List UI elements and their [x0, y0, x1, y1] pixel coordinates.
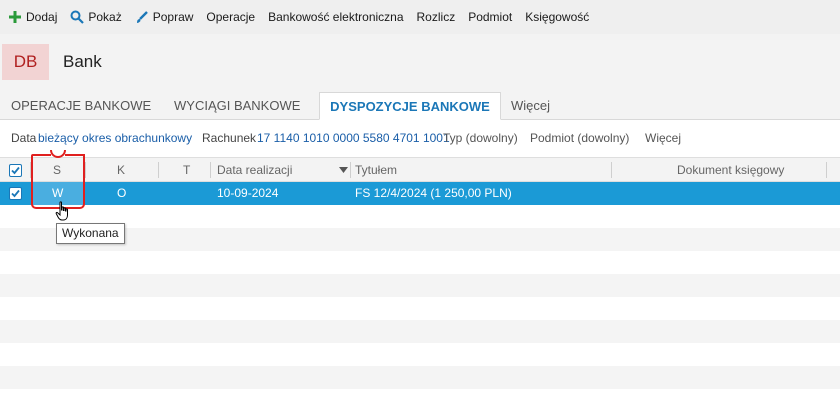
sort-descending-icon[interactable]	[339, 167, 348, 173]
module-title: Bank	[63, 52, 102, 71]
grid-header: S K T Data realizacji Tytułem Dokument k…	[0, 157, 840, 182]
edit-button[interactable]: Popraw	[135, 0, 194, 34]
account-filter-value[interactable]: 17 1140 1010 0000 5580 4701 1001	[257, 131, 450, 145]
type-filter[interactable]: Typ (dowolny)	[443, 131, 518, 145]
column-header-status[interactable]: S	[53, 158, 61, 182]
empty-row	[0, 343, 840, 366]
empty-row	[0, 251, 840, 274]
date-filter-label: Data	[11, 131, 37, 145]
brush-icon	[136, 11, 148, 23]
add-label: Dodaj	[26, 10, 58, 24]
accounting-label: Księgowość	[525, 10, 590, 24]
empty-row	[0, 366, 840, 389]
more-filters[interactable]: Więcej	[645, 131, 681, 145]
column-header-t[interactable]: T	[183, 158, 190, 182]
column-separator	[158, 162, 159, 178]
status-tooltip: Wykonana	[56, 223, 125, 244]
column-separator	[30, 162, 31, 178]
select-all-checkbox[interactable]	[9, 164, 22, 177]
empty-row	[0, 228, 840, 251]
show-button[interactable]: Pokaż	[70, 0, 122, 34]
show-label: Pokaż	[88, 10, 122, 24]
tab-bank-orders[interactable]: DYSPOZYCJE BANKOWE	[319, 92, 501, 120]
k-cell[interactable]: O	[117, 182, 126, 205]
table-row[interactable]: W O 10-09-2024 FS 12/4/2024 (1 250,00 PL…	[0, 182, 840, 205]
accounting-menu[interactable]: Księgowość	[525, 0, 589, 34]
row-checkbox[interactable]	[9, 187, 22, 200]
empty-row	[0, 205, 840, 228]
tab-more[interactable]: Więcej	[511, 92, 550, 120]
settle-menu[interactable]: Rozlicz	[417, 0, 456, 34]
column-header-k[interactable]: K	[117, 158, 125, 182]
annotation-highlight-edge	[65, 154, 85, 156]
subject-menu[interactable]: Podmiot	[468, 0, 512, 34]
title-cell[interactable]: FS 12/4/2024 (1 250,00 PLN)	[355, 182, 512, 205]
column-header-document[interactable]: Dokument księgowy	[677, 158, 784, 182]
date-filter-value[interactable]: bieżący okres obrachunkowy	[38, 131, 192, 145]
module-badge: DB	[2, 44, 49, 80]
ebanking-label: Bankowość elektroniczna	[268, 10, 404, 24]
operations-menu[interactable]: Operacje	[206, 0, 255, 34]
settle-label: Rozlicz	[416, 10, 456, 24]
column-separator	[611, 162, 612, 178]
column-separator	[826, 162, 827, 178]
subject-filter[interactable]: Podmiot (dowolny)	[530, 131, 629, 145]
hand-cursor-icon	[55, 201, 68, 221]
checkmark-icon	[11, 189, 20, 198]
add-button[interactable]: Dodaj	[8, 0, 57, 34]
ebanking-menu[interactable]: Bankowość elektroniczna	[268, 0, 403, 34]
search-icon	[70, 10, 85, 24]
plus-icon	[9, 11, 21, 23]
tab-bank-operations[interactable]: OPERACJE BANKOWE	[11, 92, 151, 120]
empty-row	[0, 297, 840, 320]
filter-bar: Data bieżący okres obrachunkowy Rachunek…	[0, 121, 840, 154]
empty-row	[0, 274, 840, 297]
tab-bank-statements[interactable]: WYCIĄGI BANKOWE	[174, 92, 300, 120]
column-separator	[85, 162, 86, 178]
column-separator	[350, 162, 351, 178]
column-header-title[interactable]: Tytułem	[355, 158, 397, 182]
checkmark-icon	[11, 166, 20, 175]
toolbar: Dodaj Pokaż Popraw Operacje Bankowość el…	[0, 0, 840, 34]
empty-row	[0, 389, 840, 400]
operations-label: Operacje	[206, 10, 256, 24]
subject-label: Podmiot	[468, 10, 513, 24]
empty-row	[0, 320, 840, 343]
column-header-date[interactable]: Data realizacji	[217, 158, 292, 182]
column-separator	[210, 162, 211, 178]
account-filter-label: Rachunek	[202, 131, 257, 145]
module-header: DB Bank	[0, 34, 840, 92]
tab-bar: OPERACJE BANKOWE WYCIĄGI BANKOWE DYSPOZY…	[0, 92, 840, 120]
date-cell[interactable]: 10-09-2024	[217, 182, 278, 205]
edit-label: Popraw	[152, 10, 194, 24]
annotation-highlight-edge	[31, 154, 51, 156]
